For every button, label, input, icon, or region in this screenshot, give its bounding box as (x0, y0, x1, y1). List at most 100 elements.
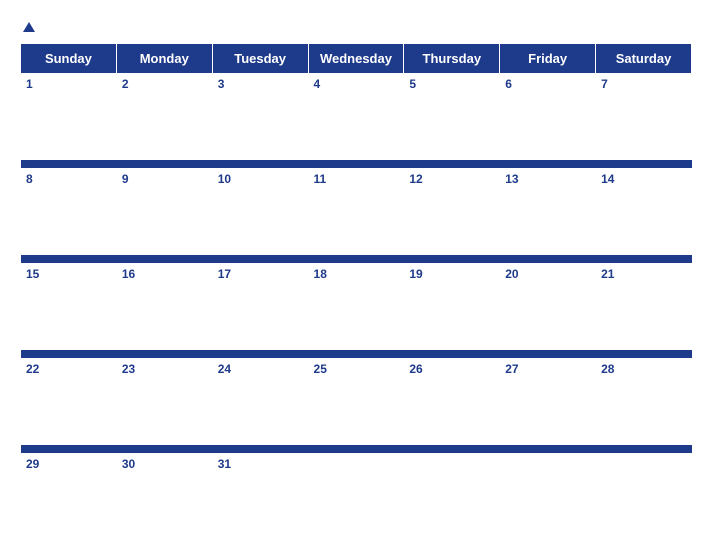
day-cell-4: 4 (308, 74, 404, 160)
day-number: 21 (601, 267, 614, 281)
day-number: 25 (314, 362, 327, 376)
separator-cell (500, 254, 596, 264)
day-cell-29: 29 (21, 454, 117, 540)
day-header-friday: Friday (500, 44, 596, 74)
separator-cell (212, 349, 308, 359)
day-number: 22 (26, 362, 39, 376)
day-cell-10: 10 (212, 169, 308, 255)
separator-cell (404, 444, 500, 454)
separator-cell (500, 159, 596, 169)
week-row-5: 29 30 31 (21, 454, 692, 540)
separator-cell (596, 444, 692, 454)
logo (20, 18, 36, 33)
day-cell-28: 28 (596, 359, 692, 445)
day-number: 18 (314, 267, 327, 281)
separator-cell (116, 159, 212, 169)
day-number: 12 (409, 172, 422, 186)
day-cell-6: 6 (500, 74, 596, 160)
day-number: 2 (122, 77, 129, 91)
separator-cell (500, 349, 596, 359)
day-cell-25: 25 (308, 359, 404, 445)
separator-cell (116, 349, 212, 359)
day-cell-17: 17 (212, 264, 308, 350)
day-number: 23 (122, 362, 135, 376)
separator-cell (500, 444, 596, 454)
week-separator (21, 349, 692, 359)
separator-cell (404, 159, 500, 169)
week-row-3: 15 16 17 18 19 20 21 (21, 264, 692, 350)
day-cell-27: 27 (500, 359, 596, 445)
day-cell-26: 26 (404, 359, 500, 445)
day-number: 31 (218, 457, 231, 471)
separator-cell (116, 444, 212, 454)
day-header-saturday: Saturday (596, 44, 692, 74)
day-number: 3 (218, 77, 225, 91)
day-cell-9: 9 (116, 169, 212, 255)
separator-cell (21, 254, 117, 264)
day-header-tuesday: Tuesday (212, 44, 308, 74)
day-cell-11: 11 (308, 169, 404, 255)
week-separator (21, 254, 692, 264)
day-cell-19: 19 (404, 264, 500, 350)
day-header-thursday: Thursday (404, 44, 500, 74)
week-row-1: 1 2 3 4 5 6 7 (21, 74, 692, 160)
day-cell-8: 8 (21, 169, 117, 255)
day-header-wednesday: Wednesday (308, 44, 404, 74)
day-number: 10 (218, 172, 231, 186)
day-number: 11 (314, 172, 327, 186)
separator-cell (212, 159, 308, 169)
day-cell-2: 2 (116, 74, 212, 160)
day-number: 6 (505, 77, 512, 91)
separator-cell (596, 159, 692, 169)
day-cell-5: 5 (404, 74, 500, 160)
day-number: 13 (505, 172, 518, 186)
day-cell-15: 15 (21, 264, 117, 350)
separator-cell (404, 349, 500, 359)
day-number: 5 (409, 77, 416, 91)
day-cell-30: 30 (116, 454, 212, 540)
day-cell-24: 24 (212, 359, 308, 445)
day-number: 20 (505, 267, 518, 281)
day-number: 24 (218, 362, 231, 376)
day-cell-14: 14 (596, 169, 692, 255)
day-number: 19 (409, 267, 422, 281)
day-number: 27 (505, 362, 518, 376)
days-of-week-row: SundayMondayTuesdayWednesdayThursdayFrid… (21, 44, 692, 74)
day-cell-31: 31 (212, 454, 308, 540)
day-number: 4 (314, 77, 321, 91)
day-number: 8 (26, 172, 33, 186)
empty-cell (596, 454, 692, 540)
day-cell-22: 22 (21, 359, 117, 445)
empty-cell (404, 454, 500, 540)
day-cell-21: 21 (596, 264, 692, 350)
separator-cell (116, 254, 212, 264)
separator-cell (212, 444, 308, 454)
separator-cell (21, 159, 117, 169)
day-header-sunday: Sunday (21, 44, 117, 74)
day-number: 26 (409, 362, 422, 376)
separator-cell (308, 159, 404, 169)
calendar-table: SundayMondayTuesdayWednesdayThursdayFrid… (20, 43, 692, 540)
separator-cell (21, 349, 117, 359)
separator-cell (21, 444, 117, 454)
day-cell-3: 3 (212, 74, 308, 160)
week-row-2: 8 9 10 11 12 13 14 (21, 169, 692, 255)
day-number: 28 (601, 362, 614, 376)
separator-cell (308, 444, 404, 454)
day-cell-23: 23 (116, 359, 212, 445)
week-separator (21, 159, 692, 169)
day-number: 16 (122, 267, 135, 281)
day-header-monday: Monday (116, 44, 212, 74)
day-cell-20: 20 (500, 264, 596, 350)
day-number: 9 (122, 172, 129, 186)
separator-cell (596, 349, 692, 359)
day-cell-13: 13 (500, 169, 596, 255)
day-number: 1 (26, 77, 33, 91)
day-number: 29 (26, 457, 39, 471)
day-number: 14 (601, 172, 614, 186)
separator-cell (404, 254, 500, 264)
logo-general (20, 18, 36, 33)
logo-triangle-icon (22, 21, 36, 33)
day-number: 7 (601, 77, 608, 91)
separator-cell (308, 349, 404, 359)
